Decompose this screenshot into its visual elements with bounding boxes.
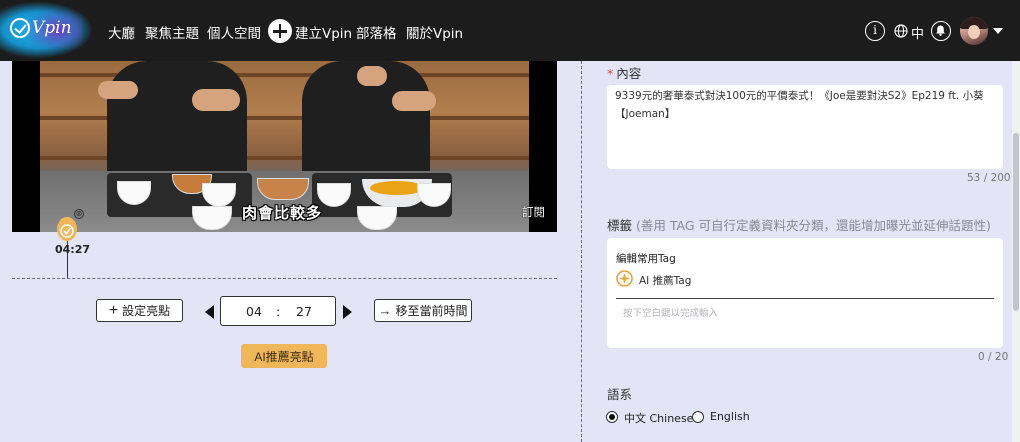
tag-divider	[616, 298, 994, 299]
video-subtitle: 肉會比較多	[242, 204, 323, 222]
scrollbar-thumb[interactable]	[1013, 133, 1019, 311]
time-minutes[interactable]: 04	[246, 304, 262, 319]
nav-link-featured-topics[interactable]: 聚焦主題	[145, 22, 199, 42]
ai-sparkle-icon	[616, 270, 633, 287]
bell-icon[interactable]	[931, 21, 951, 41]
marker-time: 04:27	[55, 243, 91, 256]
ai-recommend-highlight-button[interactable]: AI推薦亮點	[241, 344, 327, 368]
vpin-logo[interactable]: Vpin	[0, 0, 96, 61]
check-circle-icon	[10, 18, 30, 38]
plus-icon: +	[108, 301, 119, 319]
nav-link-personal-space[interactable]: 個人空間	[207, 22, 261, 42]
arrow-right-icon: →	[378, 303, 392, 318]
tag-input[interactable]	[623, 308, 983, 319]
radio-chinese[interactable]	[606, 411, 618, 423]
language-switch[interactable]: 中	[911, 23, 924, 42]
chevron-down-icon[interactable]	[993, 28, 1003, 34]
nav-link-create-vpin[interactable]: 建立Vpin	[295, 22, 352, 42]
globe-icon[interactable]	[894, 24, 908, 38]
content-label: * 內容	[607, 66, 642, 81]
move-to-current-time-button[interactable]: → 移至當前時間	[374, 299, 472, 322]
required-mark: *	[607, 66, 614, 81]
ai-recommend-tag-button[interactable]: AI 推薦Tag	[639, 273, 691, 288]
decrement-time-button[interactable]	[205, 305, 214, 319]
tags-counter: 0 / 20	[978, 351, 1009, 363]
increment-time-button[interactable]	[343, 305, 352, 319]
time-separator: :	[276, 304, 281, 319]
time-input[interactable]: 04 : 27	[220, 296, 336, 326]
content-char-counter: 53 / 200	[967, 172, 1011, 184]
set-highlight-button[interactable]: + 設定亮點	[96, 299, 183, 322]
nav-link-lobby[interactable]: 大廳	[108, 22, 135, 42]
section-divider	[12, 278, 557, 279]
highlight-pin-icon[interactable]	[57, 217, 77, 241]
tags-label: 標籤 (善用 TAG 可自行定義資料夾分類，還能增加曝光並延伸話題性)	[607, 218, 991, 233]
time-seconds[interactable]: 27	[296, 304, 312, 319]
video-player[interactable]: 肉會比較多 訂閱	[12, 61, 557, 232]
content-text[interactable]: 9339元的奢華泰式對決100元的平價泰式！《Joe是要對決S2》Ep219 f…	[615, 87, 990, 123]
tags-hint: (善用 TAG 可自行定義資料夾分類，還能增加曝光並延伸話題性)	[636, 218, 991, 233]
radio-chinese-label[interactable]: 中文 Chinese	[624, 410, 693, 426]
info-icon[interactable]: i	[865, 21, 885, 41]
nav-link-about-vpin[interactable]: 關於Vpin	[406, 22, 463, 42]
radio-english[interactable]	[692, 411, 704, 423]
language-label: 語系	[607, 387, 633, 402]
avatar[interactable]	[960, 17, 988, 45]
subscribe-watermark: 訂閱	[522, 205, 545, 219]
plus-circle-icon[interactable]	[268, 19, 292, 43]
set-highlight-label: 設定亮點	[122, 304, 171, 318]
top-nav: Vpin 大廳 聚焦主題 個人空間 建立Vpin 部落格 關於Vpin i 中	[0, 0, 1020, 61]
edit-common-tags-link[interactable]: 編輯常用Tag	[616, 251, 676, 266]
remove-marker-icon[interactable]: ⊗	[74, 209, 84, 219]
radio-english-label[interactable]: English	[710, 410, 750, 423]
move-to-current-label: 移至當前時間	[395, 304, 468, 318]
nav-link-blog[interactable]: 部落格	[356, 22, 397, 42]
logo-text: Vpin	[32, 18, 72, 38]
